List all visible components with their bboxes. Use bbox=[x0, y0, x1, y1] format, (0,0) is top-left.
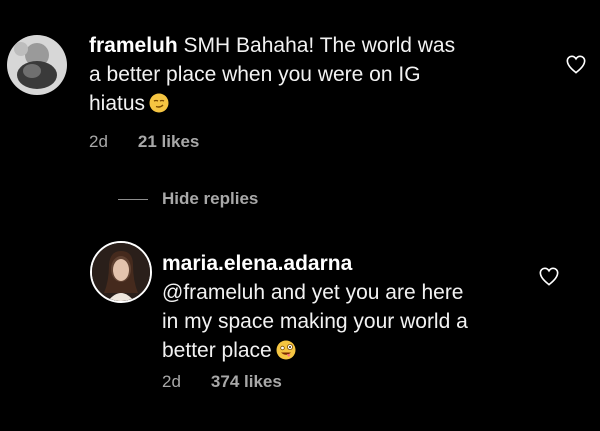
comment-likes[interactable]: 21 likes bbox=[138, 132, 199, 151]
reply-text: maria.elena.adarna @frameluh and yet you… bbox=[162, 249, 562, 365]
reply-meta: 2d 374 likes bbox=[162, 372, 282, 392]
avatar-frameluh[interactable] bbox=[7, 35, 67, 95]
comment-like-heart-icon[interactable] bbox=[565, 54, 587, 74]
reply-line-1: @frameluh and yet you are here bbox=[162, 281, 464, 304]
comment-username[interactable]: frameluh bbox=[89, 34, 178, 57]
comment-line-2: a better place when you were on IG bbox=[89, 63, 421, 86]
smirking-face-emoji-icon bbox=[149, 92, 169, 113]
reply-username[interactable]: maria.elena.adarna bbox=[162, 252, 352, 275]
comment-meta: 2d 21 likes bbox=[89, 132, 199, 152]
avatar-maria-elena-adarna[interactable] bbox=[90, 241, 152, 303]
hide-replies-divider bbox=[118, 198, 148, 200]
comment-text: frameluh SMH Bahaha! The world was a bet… bbox=[89, 31, 529, 118]
reply-line-3: better place bbox=[162, 339, 272, 362]
avatar-photo-icon bbox=[7, 35, 67, 95]
comment-line-3: hiatus bbox=[89, 92, 146, 115]
comment-frameluh: frameluh SMH Bahaha! The world was a bet… bbox=[0, 0, 600, 180]
reply-line-2: in my space making your world a bbox=[162, 310, 468, 333]
reply-maria-elena-adarna: maria.elena.adarna @frameluh and yet you… bbox=[0, 230, 600, 410]
comment-line-1: SMH Bahaha! The world was bbox=[183, 34, 456, 57]
comment-time: 2d bbox=[89, 132, 108, 151]
reply-likes[interactable]: 374 likes bbox=[211, 372, 282, 391]
hide-replies-label: Hide replies bbox=[162, 189, 259, 208]
zany-face-emoji-icon bbox=[276, 339, 296, 360]
reply-time: 2d bbox=[162, 372, 181, 391]
hide-replies-button[interactable]: Hide replies bbox=[118, 188, 258, 210]
reply-like-heart-icon[interactable] bbox=[538, 266, 560, 286]
avatar-photo-icon bbox=[92, 243, 150, 301]
